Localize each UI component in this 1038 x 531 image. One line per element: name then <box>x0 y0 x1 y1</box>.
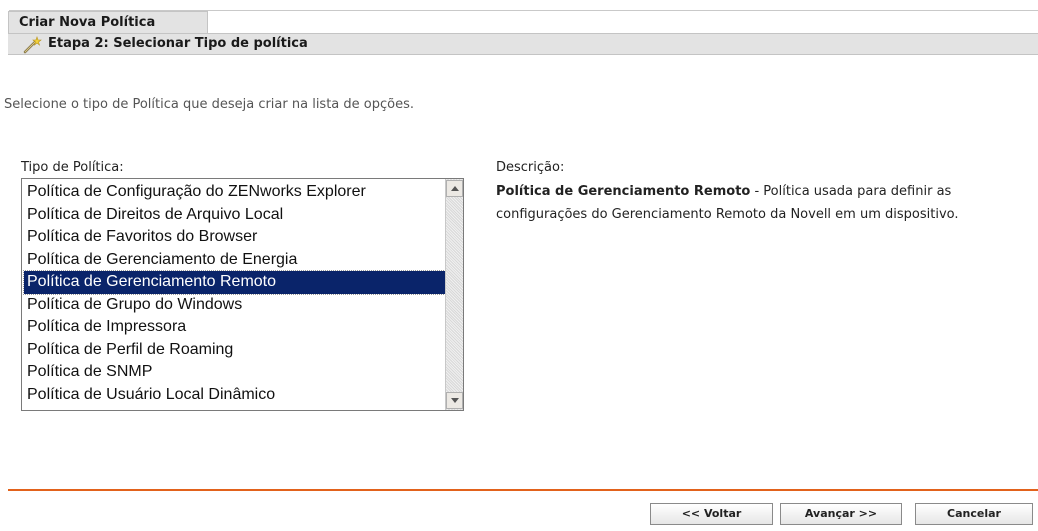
back-button[interactable]: << Voltar <box>650 503 773 525</box>
list-item[interactable]: Política de Gerenciamento Remoto <box>23 270 446 295</box>
step-bar: Etapa 2: Selecionar Tipo de política <box>8 33 1038 55</box>
cancel-button[interactable]: Cancelar <box>915 503 1033 525</box>
list-item[interactable]: Política de Usuário Local Dinâmico <box>24 384 445 407</box>
instruction-text: Selecione o tipo de Política que deseja … <box>4 97 414 112</box>
listbox-scrollbar[interactable] <box>445 179 463 410</box>
arrow-down-icon <box>450 398 459 403</box>
policy-type-listbox[interactable]: Política de Configuração do ZENworks Exp… <box>21 178 464 411</box>
list-item[interactable]: Política de Perfil de Roaming <box>24 339 445 362</box>
description-title: Política de Gerenciamento Remoto <box>496 184 751 199</box>
list-item[interactable]: Política de Grupo do Windows <box>24 294 445 317</box>
list-item[interactable]: Política de Gerenciamento de Energia <box>24 249 445 272</box>
step-title: Etapa 2: Selecionar Tipo de política <box>48 36 308 51</box>
list-item[interactable]: Política de Direitos de Arquivo Local <box>24 204 445 227</box>
arrow-up-icon <box>450 186 459 191</box>
list-item[interactable]: Política de Configuração do ZENworks Exp… <box>24 181 445 204</box>
wand-icon <box>22 36 42 54</box>
description-text: Política de Gerenciamento Remoto - Polít… <box>496 180 1016 226</box>
description-label: Descrição: <box>496 160 565 175</box>
next-button[interactable]: Avançar >> <box>780 503 902 525</box>
list-item[interactable]: Política de Impressora <box>24 316 445 339</box>
policy-type-list: Política de Configuração do ZENworks Exp… <box>23 181 446 407</box>
page-tab-title: Criar Nova Política <box>8 11 208 33</box>
policy-type-label: Tipo de Política: <box>21 160 124 175</box>
list-item[interactable]: Política de SNMP <box>24 361 445 384</box>
scroll-up-button[interactable] <box>446 180 463 197</box>
list-item[interactable]: Política de Favoritos do Browser <box>24 226 445 249</box>
footer-divider <box>8 489 1038 491</box>
scroll-down-button[interactable] <box>446 392 463 409</box>
